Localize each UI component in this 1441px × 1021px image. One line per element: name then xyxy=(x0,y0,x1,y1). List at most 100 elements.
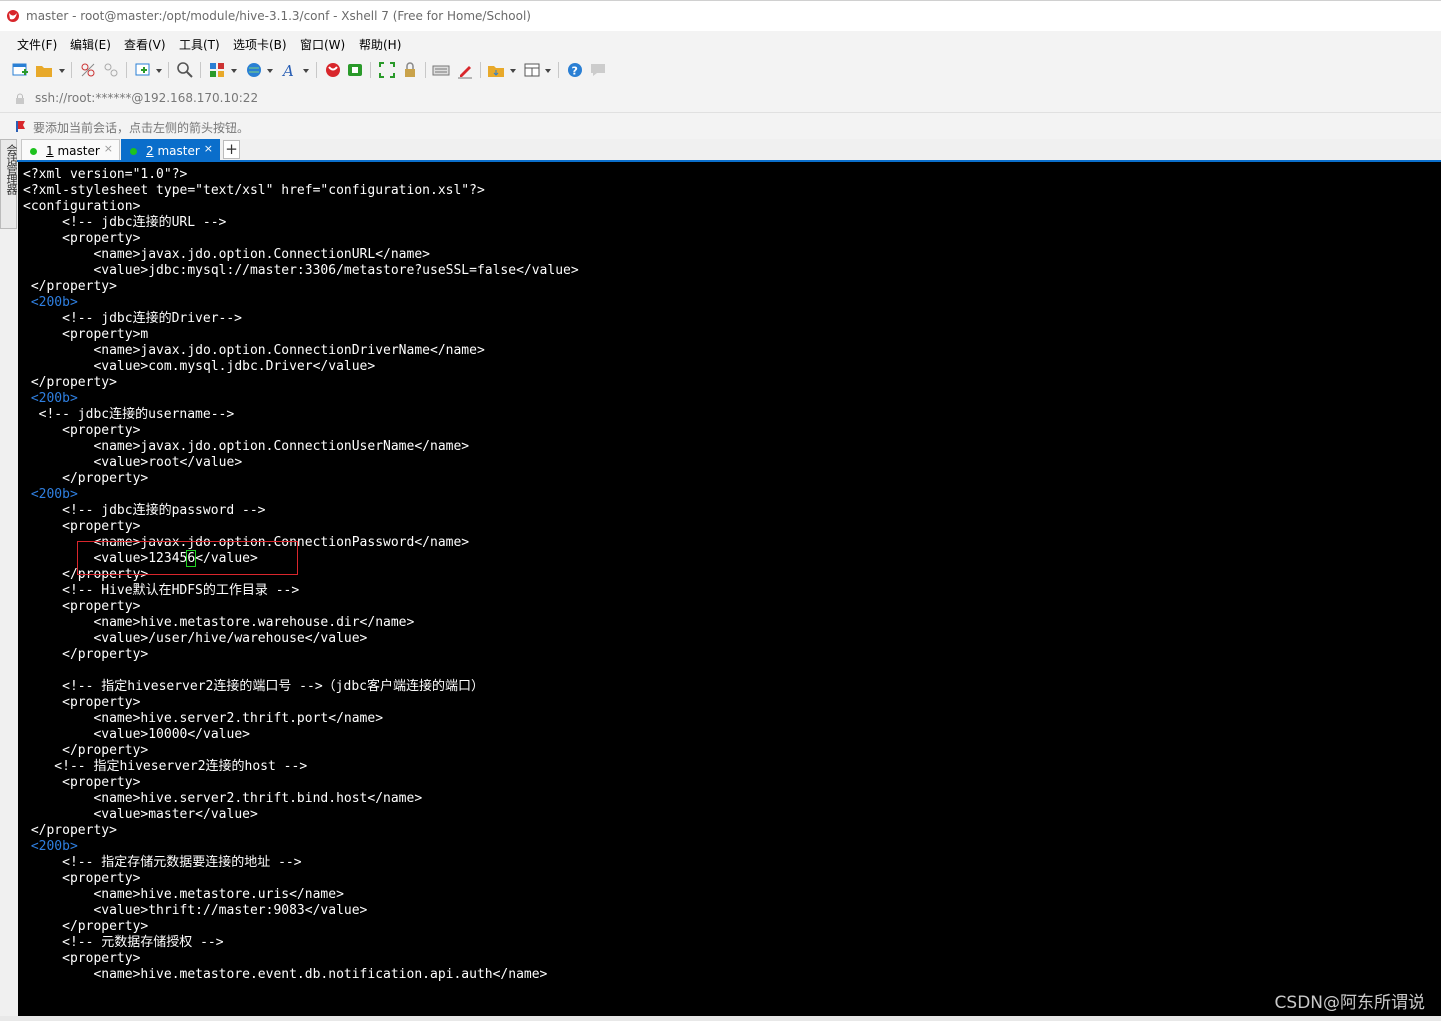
terminal-line-text: <200b> xyxy=(23,391,78,406)
terminal-line: <?xml-stylesheet type="text/xsl" href="c… xyxy=(23,183,485,198)
chat-icon[interactable] xyxy=(589,61,607,79)
title-bar: master - root@master:/opt/module/hive-3.… xyxy=(0,0,1441,31)
terminal-line: </property> xyxy=(23,919,148,934)
session-address[interactable]: ssh://root:******@192.168.170.10:22 xyxy=(35,91,258,105)
layout-dropdown-icon[interactable] xyxy=(545,69,551,73)
bookmark-arrow-icon[interactable] xyxy=(16,120,28,132)
terminal-line-text: <!-- jdbc连接的URL --> xyxy=(23,215,227,230)
fullscreen-icon[interactable] xyxy=(378,61,396,79)
terminal-line-text: <200b> xyxy=(23,295,78,310)
open-folder-icon[interactable] xyxy=(35,61,53,79)
terminal-line: <property> xyxy=(23,951,140,966)
globe-icon[interactable] xyxy=(245,61,263,79)
xftp-icon[interactable] xyxy=(346,61,364,79)
close-tab-icon[interactable]: × xyxy=(104,142,113,155)
menu-view[interactable]: 查看(V) xyxy=(124,36,166,53)
terminal-line-text: <!-- jdbc连接的username--> xyxy=(23,407,235,422)
terminal-line-text: <!-- 元数据存储授权 --> xyxy=(23,935,224,950)
terminal-line-text: <200b> xyxy=(23,839,78,854)
font-dropdown-icon[interactable] xyxy=(303,69,309,73)
keyboard-icon[interactable] xyxy=(432,61,450,79)
terminal-line: <!-- Hive默认在HDFS的工作目录 --> xyxy=(23,583,299,598)
tab-1-master[interactable]: 1 master × xyxy=(21,139,120,161)
toolbar-separator xyxy=(425,62,426,78)
terminal-screen[interactable]: <?xml version="1.0"?> <?xml-stylesheet t… xyxy=(18,162,1441,1016)
terminal-line: </property> xyxy=(23,279,117,294)
toolbar-separator xyxy=(168,62,169,78)
find-icon[interactable] xyxy=(176,61,194,79)
terminal-line: <name>javax.jdo.option.ConnectionUserNam… xyxy=(23,439,469,454)
terminal-line-text: </property> xyxy=(23,743,149,758)
lock-icon xyxy=(16,93,24,104)
terminal-line: <value>10000</value> xyxy=(23,727,250,742)
session-manager-panel[interactable]: 会话管理器 xyxy=(0,139,18,229)
terminal-line-text: </property> xyxy=(23,279,117,294)
toolbar: A ? xyxy=(0,55,1441,85)
terminal-line: <property> xyxy=(23,231,140,246)
new-tab-dropdown-icon[interactable] xyxy=(156,69,162,73)
terminal-line-text: <property> xyxy=(23,871,141,886)
terminal-line-text: <property>m xyxy=(23,327,149,342)
terminal-line: <!-- jdbc连接的username--> xyxy=(23,407,235,422)
disconnect-icon[interactable] xyxy=(79,61,97,79)
terminal-line-text: <?xml version="1.0"?> xyxy=(23,167,188,182)
terminal-line: <!-- jdbc连接的URL --> xyxy=(23,215,226,230)
new-session-icon[interactable] xyxy=(11,61,29,79)
terminal-line: <property> xyxy=(23,871,140,886)
new-tab-icon[interactable] xyxy=(134,61,152,79)
terminal-line-text: <value>/user/hive/warehouse</value> xyxy=(23,631,368,646)
terminal-line: </property> xyxy=(23,743,148,758)
script-dropdown-icon[interactable] xyxy=(510,69,516,73)
terminal-line-text: <value>root</value> xyxy=(23,455,243,470)
terminal-line-text: <value>master</value> xyxy=(23,807,258,822)
terminal-line-text: <!-- 指定存储元数据要连接的地址 --> xyxy=(23,855,302,870)
layout-icon[interactable] xyxy=(523,61,541,79)
script-icon[interactable] xyxy=(487,61,505,79)
menu-window[interactable]: 窗口(W) xyxy=(300,36,345,53)
menu-edit[interactable]: 编辑(E) xyxy=(70,36,111,53)
terminal-line-text: <name>javax.jdo.option.ConnectionURL</na… xyxy=(23,247,430,262)
tab-label: 2 master xyxy=(146,144,200,158)
terminal-line-text: <property> xyxy=(23,519,141,534)
terminal-line: <!-- 元数据存储授权 --> xyxy=(23,935,224,950)
status-bar xyxy=(0,1016,1441,1021)
terminal-line-text: <!-- 指定hiveserver2连接的host --> xyxy=(23,759,308,774)
highlight-icon[interactable] xyxy=(456,61,474,79)
terminal-line-text: </property> xyxy=(23,471,149,486)
terminal-line-text: <property> xyxy=(23,951,141,966)
terminal-line: <value>master</value> xyxy=(23,807,258,822)
terminal-line: <200b> xyxy=(23,487,78,502)
terminal-line: <!-- 指定存储元数据要连接的地址 --> xyxy=(23,855,302,870)
terminal-line-text: <value>com.mysql.jdbc.Driver</value> xyxy=(23,359,376,374)
highlight-box xyxy=(77,541,298,575)
terminal-output[interactable]: <?xml version="1.0"?> <?xml-stylesheet t… xyxy=(23,167,579,983)
terminal-line: </property> xyxy=(23,647,148,662)
terminal-line: <name>javax.jdo.option.ConnectionDriverN… xyxy=(23,343,484,358)
reconnect-icon[interactable] xyxy=(102,61,120,79)
menu-help[interactable]: 帮助(H) xyxy=(359,36,401,53)
address-bar[interactable]: ssh://root:******@192.168.170.10:22 xyxy=(0,85,1441,112)
tab-2-master[interactable]: 2 master × xyxy=(121,139,220,161)
globe-dropdown-icon[interactable] xyxy=(267,69,273,73)
terminal-line: <name>hive.metastore.event.db.notificati… xyxy=(23,967,547,982)
terminal-line: <name>hive.metastore.warehouse.dir</name… xyxy=(23,615,414,630)
terminal-line: <configuration> xyxy=(23,199,140,214)
font-icon[interactable]: A xyxy=(281,61,299,79)
new-tab-button[interactable]: + xyxy=(223,140,240,159)
help-icon[interactable]: ? xyxy=(566,61,584,79)
menu-file[interactable]: 文件(F) xyxy=(17,36,57,53)
xshell-icon[interactable] xyxy=(324,61,342,79)
terminal-line-text: <name>hive.metastore.uris</name> xyxy=(23,887,344,902)
terminal-line: <value>com.mysql.jdbc.Driver</value> xyxy=(23,359,375,374)
properties-dropdown-icon[interactable] xyxy=(231,69,237,73)
open-dropdown-icon[interactable] xyxy=(59,69,65,73)
menu-tabs[interactable]: 选项卡(B) xyxy=(233,36,287,53)
connected-status-icon xyxy=(130,148,137,155)
lock-icon[interactable] xyxy=(401,61,419,79)
close-tab-icon[interactable]: × xyxy=(204,142,213,155)
terminal-line: </property> xyxy=(23,823,117,838)
properties-icon[interactable] xyxy=(208,61,226,79)
xshell-logo-icon xyxy=(7,10,19,22)
terminal-line: <name>javax.jdo.option.ConnectionURL</na… xyxy=(23,247,430,262)
menu-tools[interactable]: 工具(T) xyxy=(179,36,220,53)
